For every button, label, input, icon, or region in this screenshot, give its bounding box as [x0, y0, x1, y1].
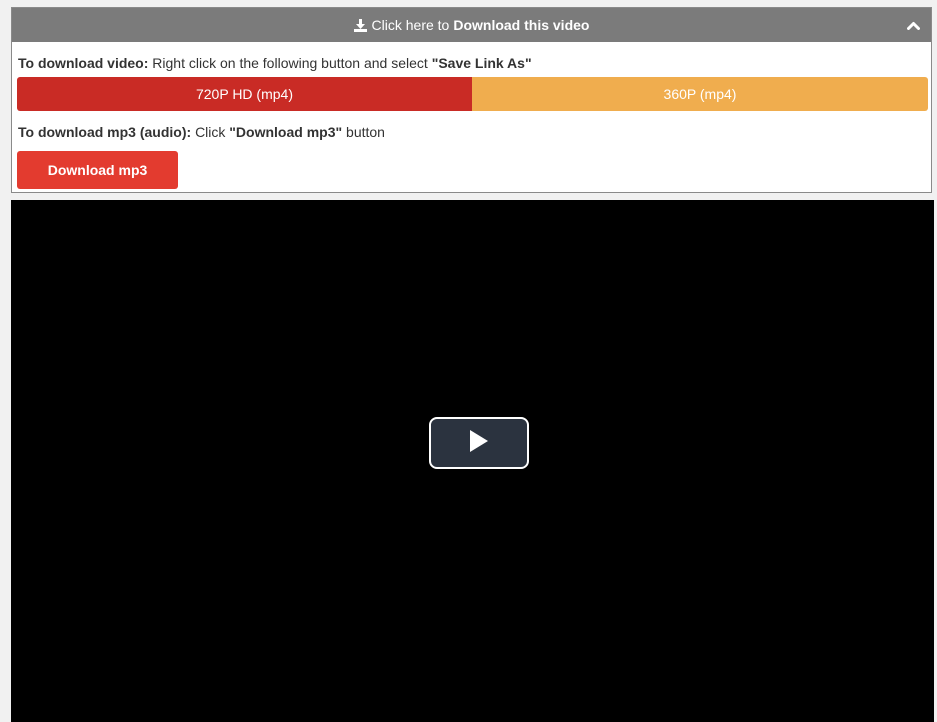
download-panel: Click here to Download this video To dow…	[11, 7, 932, 193]
video-instruction-emphasis: "Save Link As"	[431, 55, 532, 71]
chevron-up-icon[interactable]	[906, 18, 920, 32]
play-icon	[469, 429, 489, 457]
header-prefix-text: Click here to	[371, 17, 450, 33]
download-360p-button[interactable]: 360P (mp4)	[472, 77, 928, 111]
header-title-text: Download this video	[453, 17, 590, 33]
download-panel-header[interactable]: Click here to Download this video	[12, 8, 931, 42]
video-instruction-text: Right click on the following button and …	[152, 55, 428, 71]
download-720p-button[interactable]: 720P HD (mp4)	[17, 77, 472, 111]
mp3-download-instruction: To download mp3 (audio): Click "Download…	[18, 124, 385, 140]
mp3-instruction-emphasis: "Download mp3"	[229, 124, 343, 140]
quality-options: 720P HD (mp4) 360P (mp4)	[17, 77, 928, 111]
video-instruction-label: To download video:	[18, 55, 149, 71]
mp3-instruction-text-after: button	[346, 124, 385, 140]
download-mp3-button[interactable]: Download mp3	[17, 151, 178, 189]
mp3-instruction-text: Click	[195, 124, 226, 140]
mp3-instruction-label: To download mp3 (audio):	[18, 124, 192, 140]
download-icon	[354, 18, 368, 32]
video-player[interactable]	[11, 200, 934, 722]
video-download-instruction: To download video: Right click on the fo…	[18, 55, 532, 71]
play-button[interactable]	[429, 417, 529, 469]
